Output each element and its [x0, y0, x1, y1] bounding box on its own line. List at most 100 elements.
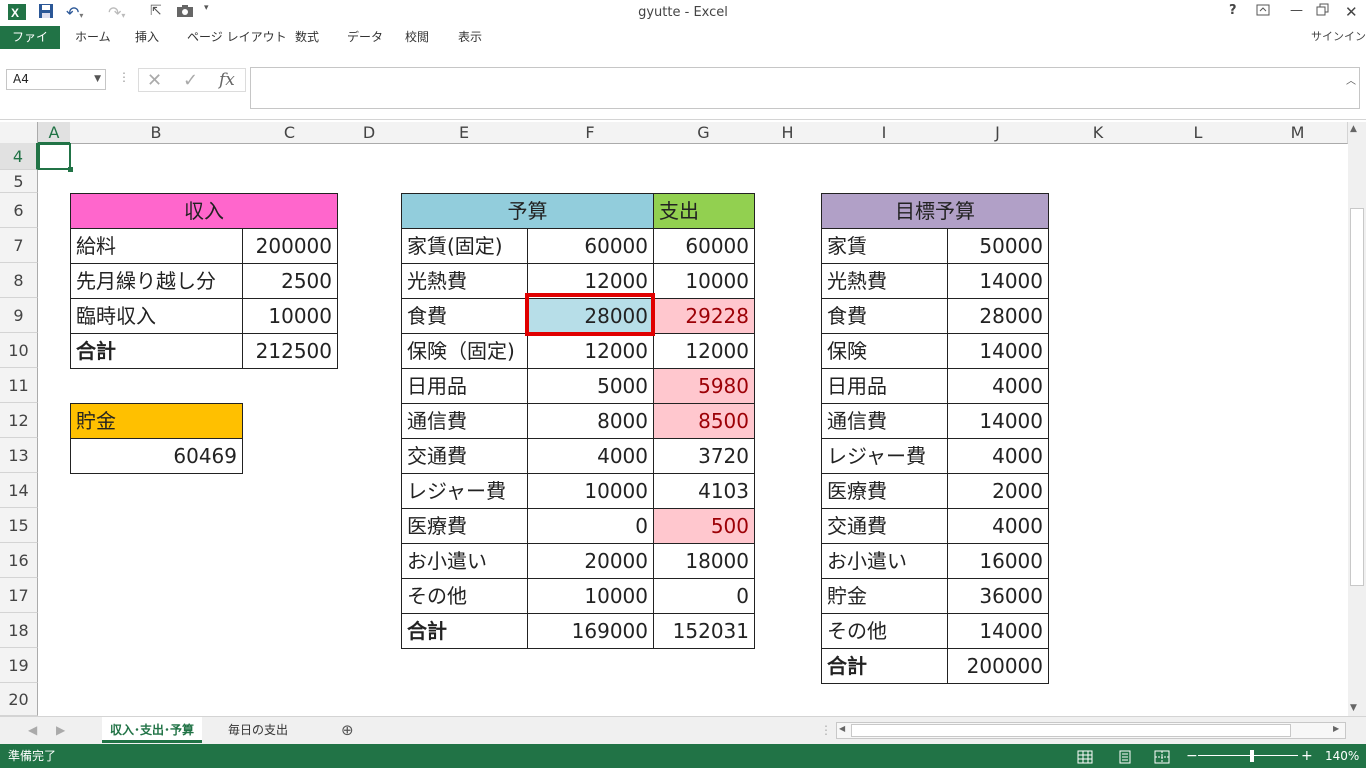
column-header[interactable]: E — [401, 122, 528, 144]
page-layout-view-icon[interactable] — [1117, 748, 1133, 772]
row-header[interactable]: 17 — [0, 578, 38, 613]
row-header[interactable]: 9 — [0, 298, 38, 333]
target-value[interactable]: 50000 — [947, 228, 1049, 264]
column-header[interactable]: F — [527, 122, 654, 144]
close-icon[interactable]: ✕ — [1345, 3, 1358, 21]
column-header[interactable]: A — [38, 122, 71, 144]
row-header[interactable]: 8 — [0, 263, 38, 298]
target-label[interactable]: 貯金 — [821, 578, 948, 614]
target-value[interactable]: 4000 — [947, 368, 1049, 404]
target-total-label[interactable]: 合計 — [821, 648, 948, 684]
budget-label[interactable]: 光熱費 — [401, 263, 528, 299]
more-options-icon[interactable]: ⋮ — [118, 70, 130, 84]
target-label[interactable]: 保険 — [821, 333, 948, 369]
target-value[interactable]: 28000 — [947, 298, 1049, 334]
column-header[interactable]: C — [242, 122, 338, 144]
tab-formulas[interactable]: 数式 — [295, 26, 319, 49]
cancel-icon[interactable]: ✕ — [147, 70, 162, 91]
sign-in-link[interactable]: サインイン — [1311, 28, 1366, 44]
tab-insert[interactable]: 挿入 — [135, 26, 159, 49]
budget-total-value[interactable]: 169000 — [527, 613, 654, 649]
zoom-slider-thumb[interactable] — [1250, 750, 1254, 762]
expense-value[interactable]: 8500 — [653, 403, 755, 439]
target-label[interactable]: 交通費 — [821, 508, 948, 544]
expense-value[interactable]: 12000 — [653, 333, 755, 369]
income-value[interactable]: 2500 — [242, 263, 338, 299]
budget-label[interactable]: レジャー費 — [401, 473, 528, 509]
expense-header[interactable]: 支出 — [653, 193, 755, 229]
target-value[interactable]: 16000 — [947, 543, 1049, 579]
row-header[interactable]: 6 — [0, 193, 38, 228]
target-value[interactable]: 2000 — [947, 473, 1049, 509]
budget-value[interactable]: 60000 — [527, 228, 654, 264]
column-header[interactable]: I — [821, 122, 948, 144]
column-header[interactable]: G — [653, 122, 755, 144]
formula-input[interactable] — [250, 67, 1360, 109]
row-header[interactable]: 18 — [0, 613, 38, 648]
tab-data[interactable]: データ — [347, 26, 383, 49]
budget-value[interactable]: 5000 — [527, 368, 654, 404]
budget-label[interactable]: 通信費 — [401, 403, 528, 439]
budget-label[interactable]: 日用品 — [401, 368, 528, 404]
income-label[interactable]: 先月繰り越し分 — [70, 263, 243, 299]
row-header[interactable]: 11 — [0, 368, 38, 403]
column-header[interactable]: B — [70, 122, 243, 144]
target-value[interactable]: 4000 — [947, 508, 1049, 544]
tab-review[interactable]: 校閲 — [405, 26, 429, 49]
row-header[interactable]: 20 — [0, 683, 38, 716]
minimize-icon[interactable]: — — [1290, 3, 1303, 18]
budget-label[interactable]: 交通費 — [401, 438, 528, 474]
expense-value[interactable]: 18000 — [653, 543, 755, 579]
budget-label[interactable]: 保険（固定) — [401, 333, 528, 369]
income-total-label[interactable]: 合計 — [70, 333, 243, 369]
budget-header[interactable]: 予算 — [401, 193, 654, 229]
savings-header[interactable]: 貯金 — [70, 403, 243, 439]
help-icon[interactable]: ? — [1229, 3, 1237, 18]
insert-function-icon[interactable]: fx — [219, 70, 235, 90]
tab-file[interactable]: ファイル — [0, 26, 60, 67]
budget-label[interactable]: その他 — [401, 578, 528, 614]
row-header[interactable]: 14 — [0, 473, 38, 508]
budget-label[interactable]: 家賃(固定) — [401, 228, 528, 264]
zoom-slider[interactable] — [1198, 755, 1298, 756]
target-label[interactable]: お小遣い — [821, 543, 948, 579]
expense-value[interactable]: 500 — [653, 508, 755, 544]
normal-view-icon[interactable] — [1077, 748, 1093, 772]
tab-page-layout[interactable]: ページ レイアウト — [187, 26, 287, 49]
target-value[interactable]: 14000 — [947, 263, 1049, 299]
zoom-level[interactable]: 140% — [1325, 744, 1359, 768]
vertical-scroll-thumb[interactable] — [1350, 208, 1364, 586]
target-label[interactable]: 日用品 — [821, 368, 948, 404]
expense-value[interactable]: 4103 — [653, 473, 755, 509]
expense-total-value[interactable]: 152031 — [653, 613, 755, 649]
target-value[interactable]: 14000 — [947, 613, 1049, 649]
budget-value[interactable]: 10000 — [527, 473, 654, 509]
column-header[interactable]: L — [1148, 122, 1249, 144]
budget-total-label[interactable]: 合計 — [401, 613, 528, 649]
select-all-corner[interactable] — [0, 122, 38, 144]
row-header[interactable]: 7 — [0, 228, 38, 263]
target-label[interactable]: 医療費 — [821, 473, 948, 509]
income-total-value[interactable]: 212500 — [242, 333, 338, 369]
scroll-left-icon[interactable]: ◀ — [839, 724, 845, 733]
column-header[interactable]: M — [1248, 122, 1348, 144]
budget-value[interactable]: 10000 — [527, 578, 654, 614]
column-header[interactable]: J — [947, 122, 1049, 144]
horizontal-scroll-thumb[interactable] — [851, 724, 1291, 737]
ribbon-display-options-icon[interactable] — [1256, 3, 1270, 21]
tab-home[interactable]: ホーム — [75, 26, 111, 49]
collapse-formula-bar-icon[interactable]: ︿ — [1346, 72, 1356, 87]
target-header[interactable]: 目標予算 — [821, 193, 1049, 229]
income-label[interactable]: 給料 — [70, 228, 243, 264]
page-break-preview-icon[interactable] — [1154, 748, 1170, 772]
next-sheet-icon[interactable]: ▶ — [48, 717, 73, 743]
sheet-tab-daily-expense[interactable]: 毎日の支出 — [220, 717, 296, 743]
budget-value[interactable]: 20000 — [527, 543, 654, 579]
horizontal-scrollbar[interactable]: ◀ ▶ — [836, 722, 1346, 739]
row-header[interactable]: 19 — [0, 648, 38, 683]
income-value[interactable]: 10000 — [242, 298, 338, 334]
column-header[interactable]: D — [337, 122, 402, 144]
target-total-value[interactable]: 200000 — [947, 648, 1049, 684]
target-value[interactable]: 4000 — [947, 438, 1049, 474]
target-value[interactable]: 14000 — [947, 333, 1049, 369]
